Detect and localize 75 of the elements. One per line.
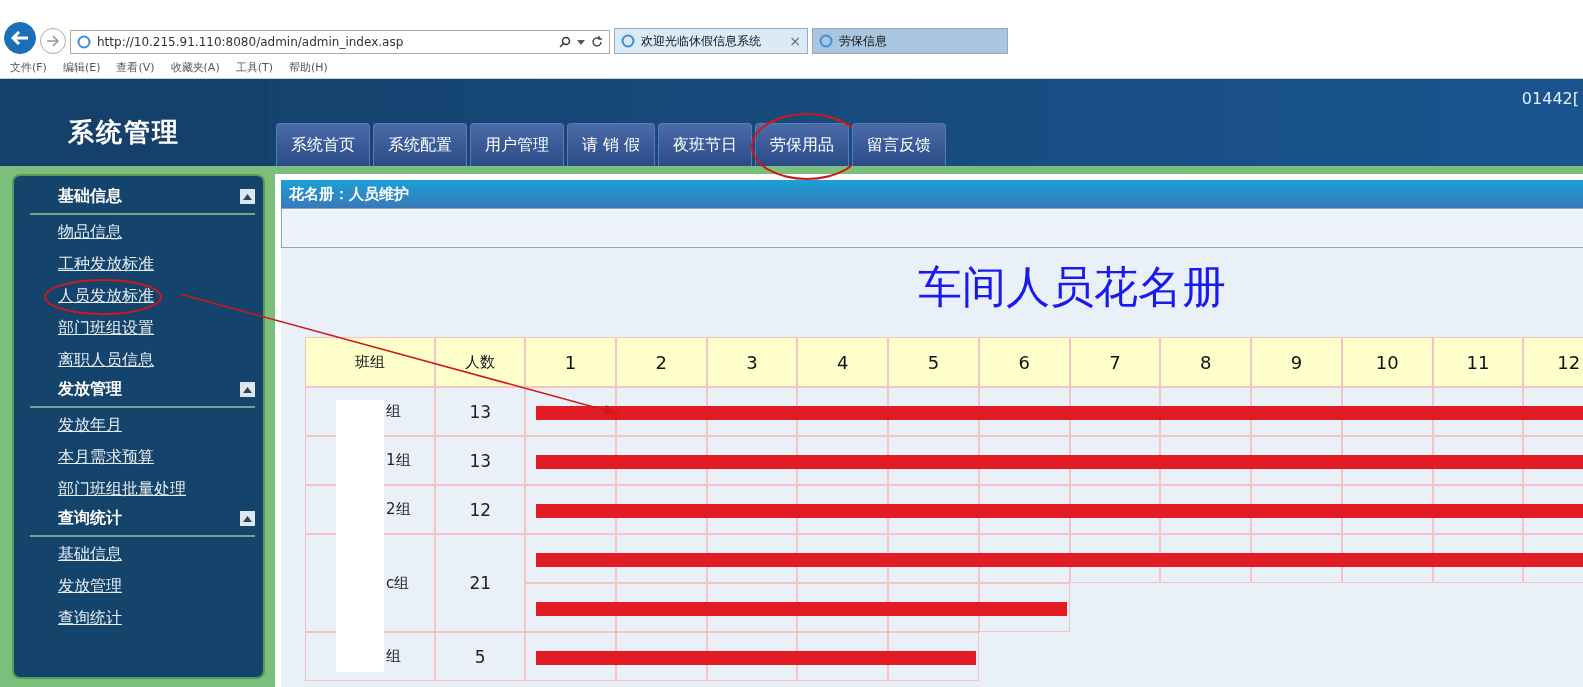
collapse-button[interactable] xyxy=(240,382,255,397)
column-header: 4 xyxy=(797,337,889,387)
sidebar-link[interactable]: 基础信息 xyxy=(58,543,122,565)
sidebar-link[interactable]: 发放年月 xyxy=(58,414,122,436)
nav-tab[interactable]: 留言反馈 xyxy=(852,123,947,166)
group-name: 组 xyxy=(386,402,401,420)
up-triangle-icon xyxy=(243,515,252,522)
count-cell: 13 xyxy=(435,387,526,436)
app-title: 系统管理 xyxy=(68,116,180,149)
menu-item[interactable]: 工具(T) xyxy=(235,59,273,75)
column-header: 8 xyxy=(1160,337,1252,387)
group-name: 组 xyxy=(386,647,401,665)
column-header: 3 xyxy=(706,337,798,387)
sidebar-link[interactable]: 物品信息 xyxy=(58,221,122,243)
count-cell: 21 xyxy=(435,534,526,632)
nav-tab[interactable]: 请 销 假 xyxy=(567,123,656,166)
caret-icon[interactable] xyxy=(577,39,585,45)
panel-title: 花名册：人员维护 xyxy=(281,180,1583,208)
column-header: 人数 xyxy=(435,337,526,387)
column-header: 班组 xyxy=(305,337,436,387)
collapse-button[interactable] xyxy=(240,511,255,526)
refresh-icon[interactable] xyxy=(591,36,603,48)
forward-arrow-icon xyxy=(46,35,60,47)
address-field[interactable]: http://10.215.91.110:8080/admin/admin_index.asp xyxy=(70,30,610,54)
group-name: 2组 xyxy=(386,500,411,518)
back-button[interactable] xyxy=(4,22,36,54)
column-header: 7 xyxy=(1069,337,1161,387)
column-header: 6 xyxy=(978,337,1070,387)
menu-item[interactable]: 收藏夹(A) xyxy=(170,59,220,75)
nav-tab[interactable]: 系统配置 xyxy=(373,123,467,166)
count-cell: 5 xyxy=(435,632,526,681)
back-arrow-icon xyxy=(11,31,29,45)
globe-icon xyxy=(77,35,91,49)
user-id: 01442[ xyxy=(1521,89,1579,108)
count-cell: 13 xyxy=(435,436,526,485)
count-cell: 12 xyxy=(435,485,526,534)
browser-tab[interactable]: 欢迎光临休假信息系统 × xyxy=(614,28,808,54)
section-title: 发放管理 xyxy=(58,379,122,400)
collapse-button[interactable] xyxy=(240,189,255,204)
close-icon[interactable]: × xyxy=(789,33,801,49)
sidebar-link[interactable]: 本月需求预算 xyxy=(58,446,154,468)
column-header: 12 xyxy=(1523,337,1583,387)
menu-item[interactable]: 文件(F) xyxy=(10,59,47,75)
nav-tab[interactable]: 劳保用品 xyxy=(755,123,850,166)
up-triangle-icon xyxy=(243,193,252,200)
column-header: 11 xyxy=(1432,337,1524,387)
menu-item[interactable]: 编辑(E) xyxy=(62,59,101,75)
nav-tab[interactable]: 夜班节日 xyxy=(658,123,753,166)
group-name: 1组 xyxy=(386,451,411,469)
sidebar-link[interactable]: 部门班组批量处理 xyxy=(58,478,186,500)
nav-tab[interactable]: 用户管理 xyxy=(470,123,564,166)
column-header: 2 xyxy=(615,337,707,387)
sidebar-link[interactable]: 查询统计 xyxy=(58,607,122,629)
sidebar-link[interactable]: 人员发放标准 xyxy=(58,285,154,307)
sidebar-link[interactable]: 发放管理 xyxy=(58,575,122,597)
nav-tab[interactable]: 系统首页 xyxy=(276,123,370,166)
section-title: 基础信息 xyxy=(58,186,122,207)
up-triangle-icon xyxy=(243,386,252,393)
column-header: 9 xyxy=(1251,337,1342,387)
column-header: 5 xyxy=(888,337,979,387)
globe-icon xyxy=(819,34,833,48)
redaction-block xyxy=(336,400,384,436)
globe-icon xyxy=(621,34,635,48)
section-title: 查询统计 xyxy=(58,508,122,529)
sidebar-link[interactable]: 工种发放标准 xyxy=(58,253,154,275)
sidebar-link[interactable]: 部门班组设置 xyxy=(58,317,154,339)
page-heading: 车间人员花名册 xyxy=(918,261,1226,312)
browser-tab[interactable]: 劳保信息 xyxy=(812,28,1008,54)
menu-item[interactable]: 帮助(H) xyxy=(289,59,328,75)
group-name: c组 xyxy=(386,573,410,592)
sidebar-link[interactable]: 离职人员信息 xyxy=(58,349,154,371)
column-header: 1 xyxy=(525,337,616,387)
column-header: 10 xyxy=(1341,337,1433,387)
menu-item[interactable]: 查看(V) xyxy=(116,59,155,75)
search-icon[interactable] xyxy=(559,36,571,48)
